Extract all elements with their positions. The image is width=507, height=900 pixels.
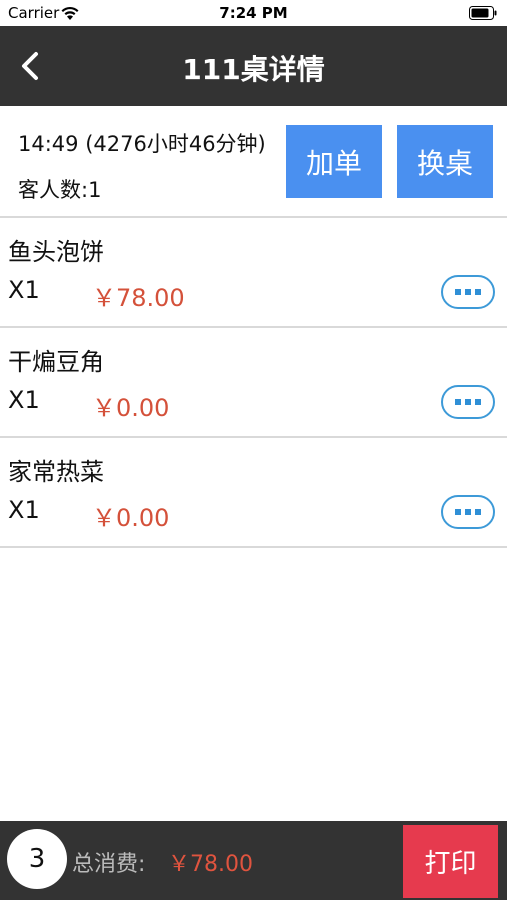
page-title: 111桌详情 [182,53,325,86]
seated-time: 14:49 (4276小时46分钟) [18,132,266,156]
dish-quantity: X1 [8,386,40,414]
ellipsis-icon [455,509,461,515]
order-list: 鱼头泡饼 X1 ￥78.00 干煸豆角 X1 ￥0.00 家常热菜 X1 ￥0.… [0,218,507,548]
dish-name: 干煸豆角 [8,348,104,376]
total-amount: ￥78.00 [168,852,253,877]
bottom-bar: 3 总消费: ￥78.00 打印 [0,821,507,900]
change-table-button[interactable]: 换桌 [397,125,493,198]
more-options-button[interactable] [441,495,495,529]
dish-price: ￥78.00 [92,284,185,312]
status-bar: Carrier 7:24 PM [0,0,507,26]
dish-quantity: X1 [8,276,40,304]
add-order-button[interactable]: 加单 [286,125,382,198]
table-info-section: 14:49 (4276小时46分钟) 客人数:1 加单 换桌 [0,106,507,218]
ellipsis-icon [455,399,461,405]
table-detail-screen: Carrier 7:24 PM 111桌详情 14:49 (4276小时46分钟… [0,0,507,900]
item-count-badge: 3 [7,829,67,889]
ellipsis-icon [455,289,461,295]
dish-name: 鱼头泡饼 [8,238,104,266]
list-item: 干煸豆角 X1 ￥0.00 [0,328,507,438]
dish-price: ￥0.00 [92,504,170,532]
total-label: 总消费: [72,852,146,877]
more-options-button[interactable] [441,275,495,309]
guest-count: 客人数:1 [18,178,102,202]
print-button[interactable]: 打印 [403,825,498,898]
list-item: 家常热菜 X1 ￥0.00 [0,438,507,548]
list-item: 鱼头泡饼 X1 ￥78.00 [0,218,507,328]
dish-name: 家常热菜 [8,458,104,486]
status-time: 7:24 PM [219,4,288,22]
battery-icon [469,6,497,20]
dish-price: ￥0.00 [92,394,170,422]
more-options-button[interactable] [441,385,495,419]
nav-bar: 111桌详情 [0,26,507,106]
dish-quantity: X1 [8,496,40,524]
